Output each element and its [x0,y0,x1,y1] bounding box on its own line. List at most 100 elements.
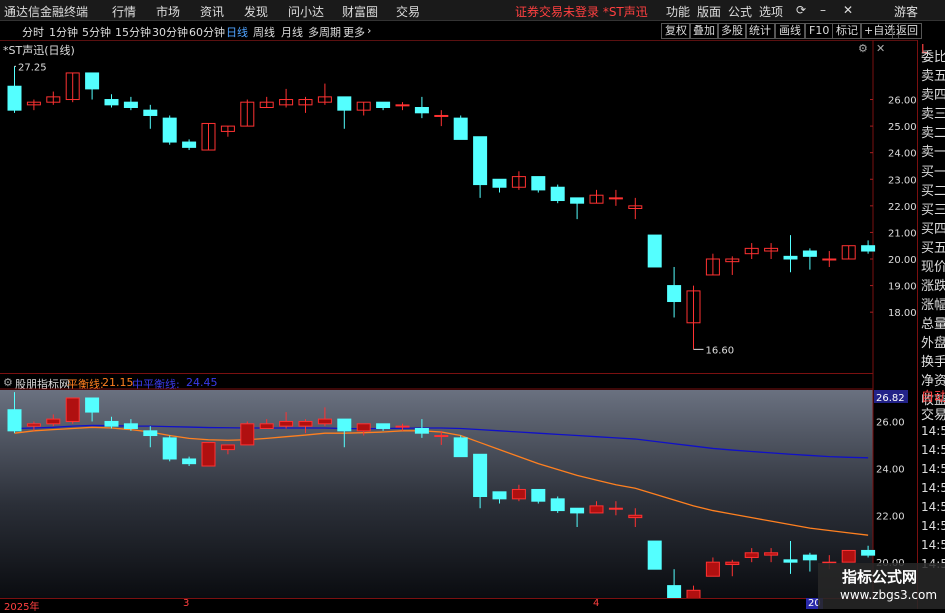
candle-body [337,96,352,111]
candle-body [492,178,507,188]
candle-body [861,245,876,252]
quote-sidepanel: L 委比 卖五 卖四 卖三 卖二 卖一 买一 买二 买三 买四 买五 现价 涨跌… [917,40,945,609]
label-volume: 总量 [921,317,945,332]
indicator-candle-body [550,498,565,512]
candle-body [783,255,798,260]
indicator-candle-body [7,409,22,432]
indicator-candle-body [628,514,643,519]
indicator-candle-body [434,435,449,438]
indicator-y-tick-label: 22.00 [876,511,905,522]
high-price-label: 27.25 [18,62,47,73]
watermark-title: 指标公式网 [842,568,918,586]
label-sell3: 卖三 [921,107,945,122]
y-tick-label: 26.00 [888,96,917,107]
indicator-candle-body [85,397,100,413]
date-label: 4 [593,598,600,609]
y-tick-label: 18.00 [888,308,917,319]
indicator-candle-body [725,561,740,566]
indicator-candle-body [65,397,80,422]
indicator-candle-body [182,458,197,465]
y-tick-label: 22.00 [888,202,917,213]
indicator-candle-body [492,491,507,500]
label-turnover: 换手 [921,355,945,370]
candle-body [162,117,177,143]
label-buy4: 买四 [921,222,945,237]
indicator-candle-body [511,488,526,500]
y-tick-label: 24.00 [888,149,917,160]
label-sell5: 卖五 [921,69,945,84]
indicator-candle-body [104,420,119,427]
indicator-candle-body [414,427,429,434]
label-sell2: 卖二 [921,126,945,141]
label-trade[interactable]: 交易 [921,404,945,423]
indicator-candle-body [317,418,332,425]
tick-time: 14:55 [921,462,945,476]
label-sell4: 卖四 [921,88,945,103]
indicator-candle-body [802,554,817,561]
date-label: 3 [183,598,190,609]
indicator-candle-body [705,561,720,577]
indicator-candle-body [143,430,158,437]
candle-body [104,99,119,106]
indicator-candle-body [376,423,391,429]
indicator-candle-body [570,507,585,514]
indicator-candle-body [783,559,798,563]
indicator-candle-body [123,423,138,429]
label-auto[interactable]: 自动 [921,386,945,405]
candle-body [473,136,488,186]
indicator-candle-body [240,423,255,446]
y-tick-label: 23.00 [888,175,917,186]
y-tick-label: 20.00 [888,255,917,266]
indicator-candle-body [453,437,468,458]
label-outer-disk: 外盘 [921,336,945,351]
indicator-candle-body [279,420,294,427]
y-tick-label: 21.00 [888,228,917,239]
candle-body [414,107,429,114]
indicator-candle-body [608,507,623,510]
indicator-candle-body [395,425,410,428]
candle-body [570,197,585,204]
watermark-url: www.zbgs3.com [840,588,938,602]
indicator-candle-body [473,453,488,497]
y-tick-label: 19.00 [888,282,917,293]
tick-time: 14:56 [921,538,945,552]
label-change-pct: 涨幅 [921,298,945,313]
indicator-y-tick-label: 24.00 [876,464,905,475]
indicator-y-tick-label: 26.00 [876,417,905,428]
indicator-candle-body [764,552,779,556]
label-buy5: 买五 [921,241,945,256]
indicator-candle-body [46,418,61,425]
candle-body [395,104,410,107]
candle-body [647,234,662,268]
label-buy3: 买三 [921,203,945,218]
indicator-candle-body [356,423,371,432]
candle-body [182,141,197,148]
indicator-candle-body [298,420,313,427]
indicator-candle-body [589,505,604,514]
label-sell1: 卖一 [921,145,945,160]
candle-body [376,101,391,109]
tick-time: 14:56 [921,481,945,495]
label-buy1: 买一 [921,165,945,180]
label-change: 涨跌 [921,279,945,294]
date-axis: 2025年 3 4 20 [0,598,873,613]
indicator-candle-body [841,549,856,563]
candle-body [85,72,100,90]
indicator-candle-body [861,549,876,556]
indicator-candle-body [744,552,759,558]
candle-body [531,176,546,191]
candle-body [453,117,468,140]
indicator-candle-body [162,437,177,460]
indicator-candle-body [26,423,41,427]
tick-time: 14:56 [921,519,945,533]
watermark: 指标公式网 www.zbgs3.com [818,563,945,609]
kline-chart[interactable]: 26.00 25.00 24.00 23.00 22.00 21.00 20.00 19.00… [0,0,945,609]
candle-body [7,85,22,111]
low-price-label: 16.60 [706,345,735,356]
indicator-candle-body [220,444,235,451]
label-price: 现价 [921,260,945,275]
y-tick-label: 25.00 [888,122,917,133]
candle-body [123,101,138,109]
indicator-candle-body [531,488,546,502]
date-label: 2025年 [4,602,40,613]
